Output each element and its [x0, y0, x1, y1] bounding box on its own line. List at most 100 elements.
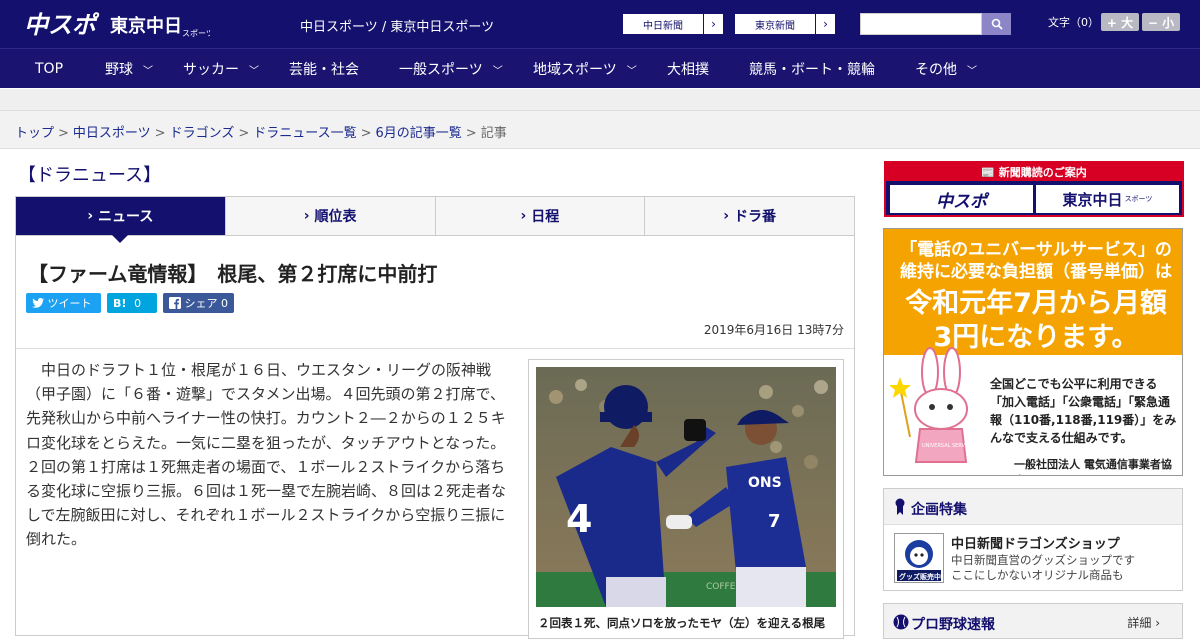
nav-sumo[interactable]: 大相撲 [667, 49, 709, 89]
site-header: 中スポ 東京中日 スポーツ 中日スポーツ / 東京中日スポーツ 中日新聞 › 東京… [0, 0, 1200, 48]
facebook-share-button[interactable]: シェア 0 [163, 293, 234, 313]
tokyo-shimbun-label: 東京新聞 [755, 20, 795, 32]
breadcrumb-dora-news-list[interactable]: ドラニュース一覧 [253, 126, 356, 141]
nav-label: 地域スポーツ [533, 62, 617, 78]
nav-label: 大相撲 [667, 62, 709, 78]
tokyo-chunichi-logo[interactable]: 東京中日 スポーツ [110, 8, 214, 40]
dragons-shop-link[interactable]: 中日新聞ドラゴンズショップ [951, 533, 1120, 552]
ad-headline: 令和元年7月から月額3円になります。 [905, 288, 1167, 353]
font-size-label: 文字（0） [1048, 16, 1099, 29]
search-input[interactable] [860, 13, 982, 35]
news-tabs: › ニュース › 順位表 › 日程 › ドラ番 [15, 196, 855, 243]
nav-label: 競馬・ボート・競輪 [749, 62, 875, 78]
breadcrumb-top[interactable]: トップ [15, 126, 54, 141]
tab-label: ドラ番 [733, 209, 776, 225]
tab-label: ニュース [98, 209, 154, 225]
ad-organization: 一般社団法人 電気通信事業者協会 [1014, 458, 1172, 475]
baseball-icon [893, 614, 909, 630]
chunichi-shimbun-link[interactable]: 中日新聞 › [622, 13, 724, 35]
subscription-banner[interactable]: 📰 新聞購読のご案内 中スポ 東京中日 スポーツ [884, 161, 1184, 217]
tab-doraban[interactable]: › ドラ番 [645, 197, 854, 235]
tweet-button[interactable]: ツイート [26, 293, 101, 313]
site-name: 中日スポーツ / 東京中日スポーツ [300, 20, 495, 35]
ad-description: 全国どこでも公平に利用できる「加入電話」「公衆電話」「緊急通報（110番,118… [990, 377, 1177, 445]
feature-box: 企画特集 グッズ販売中 中日新聞ドラゴンズショップ 中日新聞直営のグッズショップ… [883, 488, 1183, 591]
hatena-count: 0 [134, 296, 142, 310]
font-larger-button[interactable]: + 大 [1101, 13, 1139, 31]
article-body: 中日のドラフト１位・根尾が１６日、ウエスタン・リーグの阪神戦（甲子園）に「６番・… [26, 361, 507, 549]
baseball-live-box: プロ野球速報 詳細 › [883, 603, 1183, 639]
search-button[interactable] [982, 13, 1011, 35]
tweet-label: ツイート [47, 297, 92, 310]
baseball-details-link[interactable]: 詳細 › [1127, 614, 1160, 631]
twitter-bird-icon [32, 298, 44, 308]
breadcrumb-june-articles[interactable]: 6月の記事一覧 [376, 126, 462, 141]
tokyo-chunichi-logo-text: 東京中日 [110, 15, 182, 37]
mascot-label: UNIVERSAL SERVICE [922, 443, 973, 449]
chevron-down-icon: ﹀ [626, 65, 637, 77]
nav-racing[interactable]: 競馬・ボート・競輪 [749, 49, 875, 89]
hatena-bookmark-button[interactable]: B! 0 [107, 293, 157, 313]
chevron-down-icon: ﹀ [967, 65, 977, 77]
header-spacer [0, 89, 1200, 111]
nav-soccer[interactable]: サッカー ﹀ [183, 49, 259, 89]
breadcrumb-dragons[interactable]: ドラゴンズ [170, 126, 235, 141]
article-headline: 【ファーム竜情報】 根尾、第２打席に中前打 [28, 262, 438, 286]
dragons-shop-description: 中日新聞直営のグッズショップです ここにしかないオリジナル商品も [951, 553, 1135, 582]
ad-title: 「電話のユニバーサルサービス」の維持に必要な負担額（番号単価）は [900, 240, 1172, 282]
nav-label: 野球 [105, 62, 133, 78]
article-photo[interactable]: COFFEE 4 ONS 7 [536, 367, 836, 607]
tab-label: 順位表 [314, 209, 357, 225]
newspaper-icon: 📰 [981, 165, 999, 179]
chevron-down-icon: ﹀ [249, 65, 259, 77]
chevron-down-icon: ﹀ [492, 65, 503, 77]
section-title: 【ドラニュース】 [18, 165, 162, 186]
subscribe-tokyo-logo-text: 東京中日 [1062, 190, 1123, 209]
breadcrumb-separator: > [154, 126, 166, 141]
nav-top[interactable]: TOP [35, 49, 63, 89]
tab-news[interactable]: › ニュース [16, 197, 226, 243]
breadcrumb-chunichi-sports[interactable]: 中日スポーツ [73, 126, 151, 141]
dragons-shop-thumbnail[interactable]: グッズ販売中 [894, 533, 944, 583]
chevron-right-icon: › [703, 14, 723, 34]
feature-head: 企画特集 [884, 489, 1182, 525]
nav-baseball[interactable]: 野球 ﹀ [105, 49, 153, 89]
facebook-share-count: 0 [221, 296, 228, 310]
subscribe-tokyo-logo-sub: スポーツ [1124, 195, 1153, 203]
divider [16, 348, 854, 349]
nav-general-sports[interactable]: 一般スポーツ ﹀ [399, 49, 503, 89]
chunichi-shimbun-label: 中日新聞 [643, 20, 683, 32]
subscribe-chunichi-logo[interactable]: 中スポ [890, 185, 1033, 213]
main-nav: TOP 野球 ﹀ サッカー ﹀ 芸能・社会 一般スポーツ ﹀ 地域スポーツ ﹀ 大相撲 … [0, 48, 1200, 88]
chevron-right-icon: › [815, 14, 835, 34]
breadcrumb-separator: > [465, 126, 477, 141]
breadcrumb-separator: > [360, 126, 372, 141]
chunichi-sports-logo[interactable]: 中スポ [22, 6, 102, 40]
photo-caption: ２回表１死、同点ソロを放ったモヤ（左）を迎える根尾 [538, 616, 826, 630]
search-icon [991, 18, 1003, 30]
universal-service-ad[interactable]: 「電話のユニバーサルサービス」の維持に必要な負担額（番号単価）は 令和元年7月か… [883, 228, 1183, 476]
nav-entertainment[interactable]: 芸能・社会 [289, 49, 359, 89]
shop-badge-text: グッズ販売中 [899, 572, 941, 581]
tab-schedule[interactable]: › 日程 [436, 197, 646, 235]
baseball-live-title: プロ野球速報 [911, 617, 995, 633]
breadcrumb-separator: > [58, 126, 69, 141]
nav-label: TOP [35, 61, 64, 77]
nav-label: サッカー [183, 62, 239, 78]
nav-label: 一般スポーツ [399, 62, 483, 78]
tab-standings[interactable]: › 順位表 [226, 197, 436, 235]
photo-jersey-right-text: ONS [748, 475, 782, 491]
nav-label: 芸能・社会 [289, 62, 359, 78]
nav-other[interactable]: その他 ﹀ [915, 49, 977, 89]
nav-local-sports[interactable]: 地域スポーツ ﹀ [533, 49, 637, 89]
subscribe-tokyo-logo[interactable]: 東京中日 スポーツ [1036, 185, 1179, 213]
subscribe-chunichi-logo-text: 中スポ [936, 191, 987, 212]
chevron-down-icon: ﹀ [143, 65, 153, 77]
photo-jersey-left: 4 [566, 497, 592, 541]
award-ribbon-icon [895, 498, 905, 515]
facebook-icon [169, 297, 181, 309]
tokyo-chunichi-logo-sub: スポーツ [182, 29, 210, 38]
photo-jersey-right: 7 [768, 511, 781, 532]
tokyo-shimbun-link[interactable]: 東京新聞 › [734, 13, 836, 35]
font-smaller-button[interactable]: − 小 [1142, 13, 1180, 31]
